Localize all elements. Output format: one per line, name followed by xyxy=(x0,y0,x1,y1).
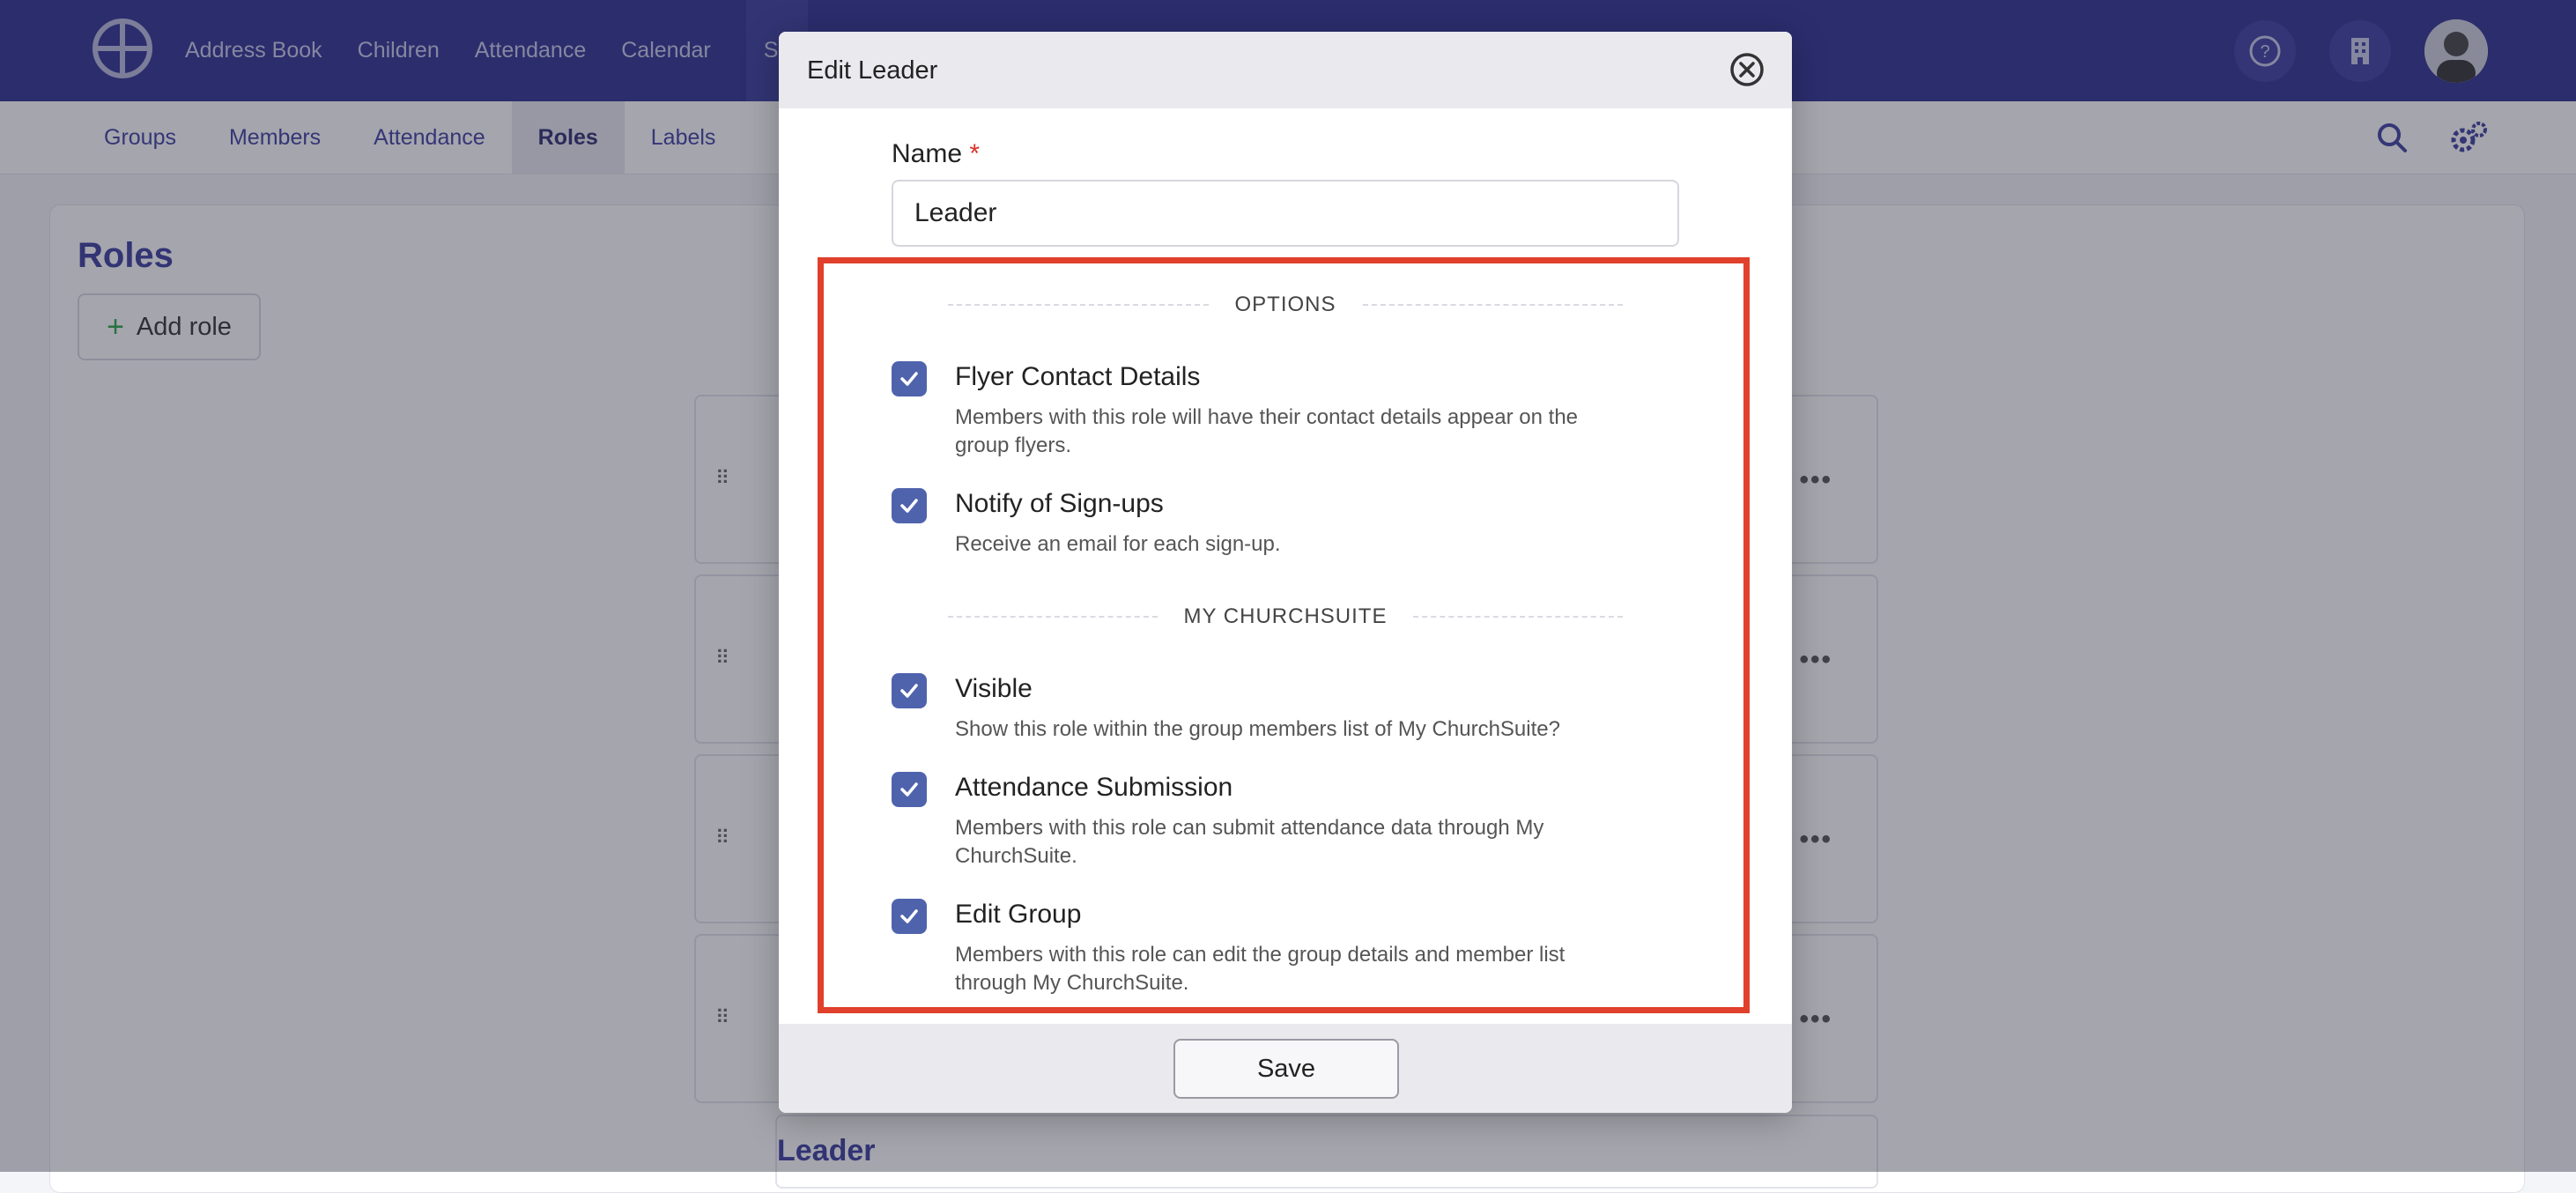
options-heading-text: OPTIONS xyxy=(1234,293,1336,316)
options-section-heading: OPTIONS xyxy=(948,292,1624,318)
option-title: Flyer Contact Details xyxy=(955,362,1201,391)
divider-line xyxy=(1362,304,1624,306)
option-title: Visible xyxy=(955,674,1033,703)
modal-title: Edit Leader xyxy=(807,56,938,85)
visible-checkbox[interactable] xyxy=(892,673,927,708)
check-icon xyxy=(900,684,918,698)
check-icon xyxy=(900,909,918,923)
mychurchsuite-heading-text: MY CHURCHSUITE xyxy=(1183,604,1388,628)
option-description: Members with this role can edit the grou… xyxy=(955,943,1566,995)
option-title: Notify of Sign-ups xyxy=(955,489,1164,518)
options-heading xyxy=(948,157,1623,183)
check-icon xyxy=(900,782,918,797)
close-icon[interactable] xyxy=(1728,51,1765,88)
divider-line xyxy=(948,616,1158,618)
save-button[interactable]: Save xyxy=(1173,1039,1399,1099)
name-input[interactable] xyxy=(892,180,1679,247)
edit-group-checkbox[interactable] xyxy=(892,899,927,934)
option-title: Edit Group xyxy=(955,900,1082,929)
edit-leader-modal: Edit Leader Name * OPTIONS Flyer Contact… xyxy=(779,32,1792,1113)
option-title: Attendance Submission xyxy=(955,773,1233,802)
option-description: Receive an email for each sign-up. xyxy=(955,532,1281,556)
flyer-contact-details-checkbox[interactable] xyxy=(892,361,927,396)
modal-header: Edit Leader xyxy=(779,32,1792,108)
option-description: Members with this role will have their c… xyxy=(955,405,1579,457)
option-description: Show this role within the group members … xyxy=(955,717,1560,741)
check-icon xyxy=(900,499,918,513)
mychurchsuite-section-heading: MY CHURCHSUITE xyxy=(948,604,1623,630)
notify-of-sign-ups-checkbox[interactable] xyxy=(892,488,927,523)
divider-line xyxy=(948,304,1209,306)
divider-line xyxy=(1413,616,1623,618)
attendance-submission-checkbox[interactable] xyxy=(892,772,927,807)
modal-footer: Save xyxy=(779,1024,1792,1113)
option-description: Members with this role can submit attend… xyxy=(955,816,1544,868)
check-icon xyxy=(900,372,918,386)
